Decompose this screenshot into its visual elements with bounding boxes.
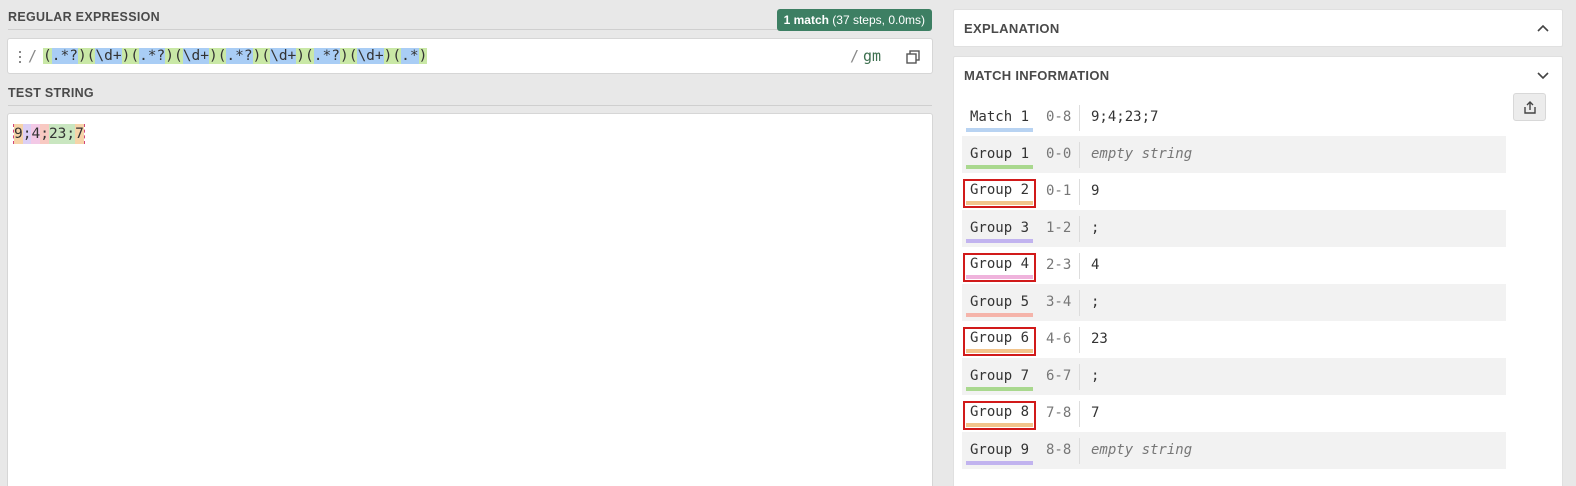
regex-section-divider [8, 29, 780, 30]
regex-group-paren: ) [339, 48, 349, 64]
explanation-panel[interactable]: EXPLANATION [953, 9, 1563, 47]
group-range: 8-8 [1046, 438, 1080, 464]
match-info-row[interactable]: Group 6 4-6 23 [962, 321, 1506, 358]
regex-flags[interactable]: gm [863, 47, 881, 65]
regex-group-paren: ( [130, 48, 140, 64]
group-name: Group 7 [966, 368, 1034, 391]
match-info-row[interactable]: Group 2 0-1 9 [962, 173, 1506, 210]
regex-pattern[interactable]: (.*?)(\d+)(.*?)(\d+)(.*?)(\d+)(.*?)(\d+)… [43, 45, 428, 67]
group-name: Group 5 [966, 294, 1034, 317]
group-range: 3-4 [1046, 290, 1080, 316]
regex-group-paren: ) [296, 48, 306, 64]
group-value: 9 [1091, 183, 1100, 199]
copy-icon [906, 50, 920, 64]
test-string-match-segment: ; [22, 124, 32, 144]
match-count-badge: 1 match (37 steps, 0.0ms) [776, 9, 932, 31]
group-value: 9;4;23;7 [1091, 109, 1159, 125]
match-info-row[interactable]: Group 8 7-8 7 [962, 395, 1506, 432]
regex-close-delimiter: / [850, 47, 860, 65]
regex-token: \d+ [95, 48, 122, 64]
test-string-match-segment: ; [40, 124, 49, 144]
match-information-title: MATCH INFORMATION [964, 68, 1110, 83]
group-name: Group 1 [966, 146, 1034, 169]
match-information-panel: MATCH INFORMATION Match 1 0-8 9;4;23;7 Grou… [953, 56, 1563, 486]
regex-group-paren: ( [261, 48, 271, 64]
match-steps: (37 steps, 0.0ms) [832, 13, 925, 27]
regex-group-paren: ( [392, 48, 402, 64]
test-string-match-segment: ; [66, 124, 76, 144]
group-value: 4 [1091, 257, 1100, 273]
match-count: 1 match [783, 13, 829, 27]
group-value: ; [1091, 368, 1100, 384]
share-icon [1523, 100, 1536, 114]
regex-group-paren: ( [305, 48, 314, 64]
group-name: Group 9 [966, 442, 1034, 465]
test-string-match-segment: 7 [75, 124, 84, 144]
regex-group-paren: ) [418, 48, 428, 64]
explanation-title: EXPLANATION [964, 21, 1060, 36]
regex-token: .* [401, 48, 419, 64]
group-name: Group 2 [962, 179, 1037, 208]
test-string-text[interactable]: 9;4;23;7 [13, 124, 85, 144]
group-name: Group 8 [962, 401, 1037, 430]
regex-token: .*? [51, 48, 78, 64]
group-name: Group 4 [962, 253, 1037, 282]
regex-group-paren: ( [43, 48, 52, 64]
regex-section-label: REGULAR EXPRESSION [8, 10, 160, 24]
regex-group-paren: ) [165, 48, 175, 64]
regex-open-delimiter: / [28, 47, 38, 65]
regex-editor-pane: REGULAR EXPRESSION 1 match (37 steps, 0.… [0, 0, 940, 486]
regex-token: .*? [139, 48, 166, 64]
group-value: ; [1091, 294, 1100, 310]
regex-token: \d+ [182, 48, 209, 64]
match-information-list: Match 1 0-8 9;4;23;7 Group 1 0-0 empty string… [962, 99, 1506, 469]
group-range: 7-8 [1046, 401, 1080, 427]
test-string-match-segment: 9 [14, 124, 23, 144]
match-info-row[interactable]: Group 1 0-0 empty string [962, 136, 1506, 173]
group-range: 4-6 [1046, 327, 1080, 353]
group-name: Group 6 [962, 327, 1037, 356]
group-range: 2-3 [1046, 253, 1080, 279]
match-info-row[interactable]: Group 3 1-2; [962, 210, 1506, 247]
group-range: 0-8 [1046, 105, 1080, 131]
group-name: Group 3 [966, 220, 1034, 243]
regex-token: \d+ [270, 48, 297, 64]
group-value: 7 [1091, 405, 1100, 421]
match-info-row[interactable]: Group 4 2-3 4 [962, 247, 1506, 284]
group-value: empty string [1091, 146, 1193, 162]
group-value: empty string [1091, 442, 1193, 458]
chevron-down-icon[interactable] [1536, 68, 1550, 82]
regex-token: \d+ [357, 48, 384, 64]
chevron-up-icon[interactable] [1536, 21, 1550, 35]
group-value: 23 [1091, 331, 1108, 347]
regex-group-paren: ( [174, 48, 183, 64]
regex-group-paren: ) [208, 48, 218, 64]
sidebar-pane: EXPLANATION MATCH INFORMATION Match 1 0-8… [946, 0, 1576, 486]
test-string-divider [8, 105, 932, 106]
share-button[interactable] [1513, 93, 1546, 121]
group-range: 0-0 [1046, 142, 1080, 168]
match-info-row[interactable]: Group 9 8-8 empty string [962, 432, 1506, 469]
group-range: 0-1 [1046, 179, 1080, 205]
copy-regex-button[interactable] [903, 48, 923, 66]
regex-input[interactable]: / (.*?)(\d+)(.*?)(\d+)(.*?)(\d+)(.*?)(\d… [7, 38, 933, 74]
match-info-row[interactable]: Match 1 0-8 9;4;23;7 [962, 99, 1506, 136]
regex-token: .*? [226, 48, 253, 64]
test-string-input[interactable]: 9;4;23;7 [7, 113, 933, 486]
drag-handle-icon[interactable] [17, 51, 23, 63]
test-string-section-label: TEST STRING [8, 86, 94, 100]
regex-token: .*? [313, 48, 340, 64]
test-string-match-segment: 23 [48, 124, 67, 144]
regex-group-paren: ) [77, 48, 87, 64]
group-name: Match 1 [966, 109, 1034, 132]
match-info-row[interactable]: Group 7 6-7; [962, 358, 1506, 395]
group-range: 1-2 [1046, 216, 1080, 242]
test-string-match-segment: 4 [31, 124, 41, 144]
match-info-row[interactable]: Group 5 3-4; [962, 284, 1506, 321]
group-value: ; [1091, 220, 1100, 236]
group-range: 6-7 [1046, 364, 1080, 390]
